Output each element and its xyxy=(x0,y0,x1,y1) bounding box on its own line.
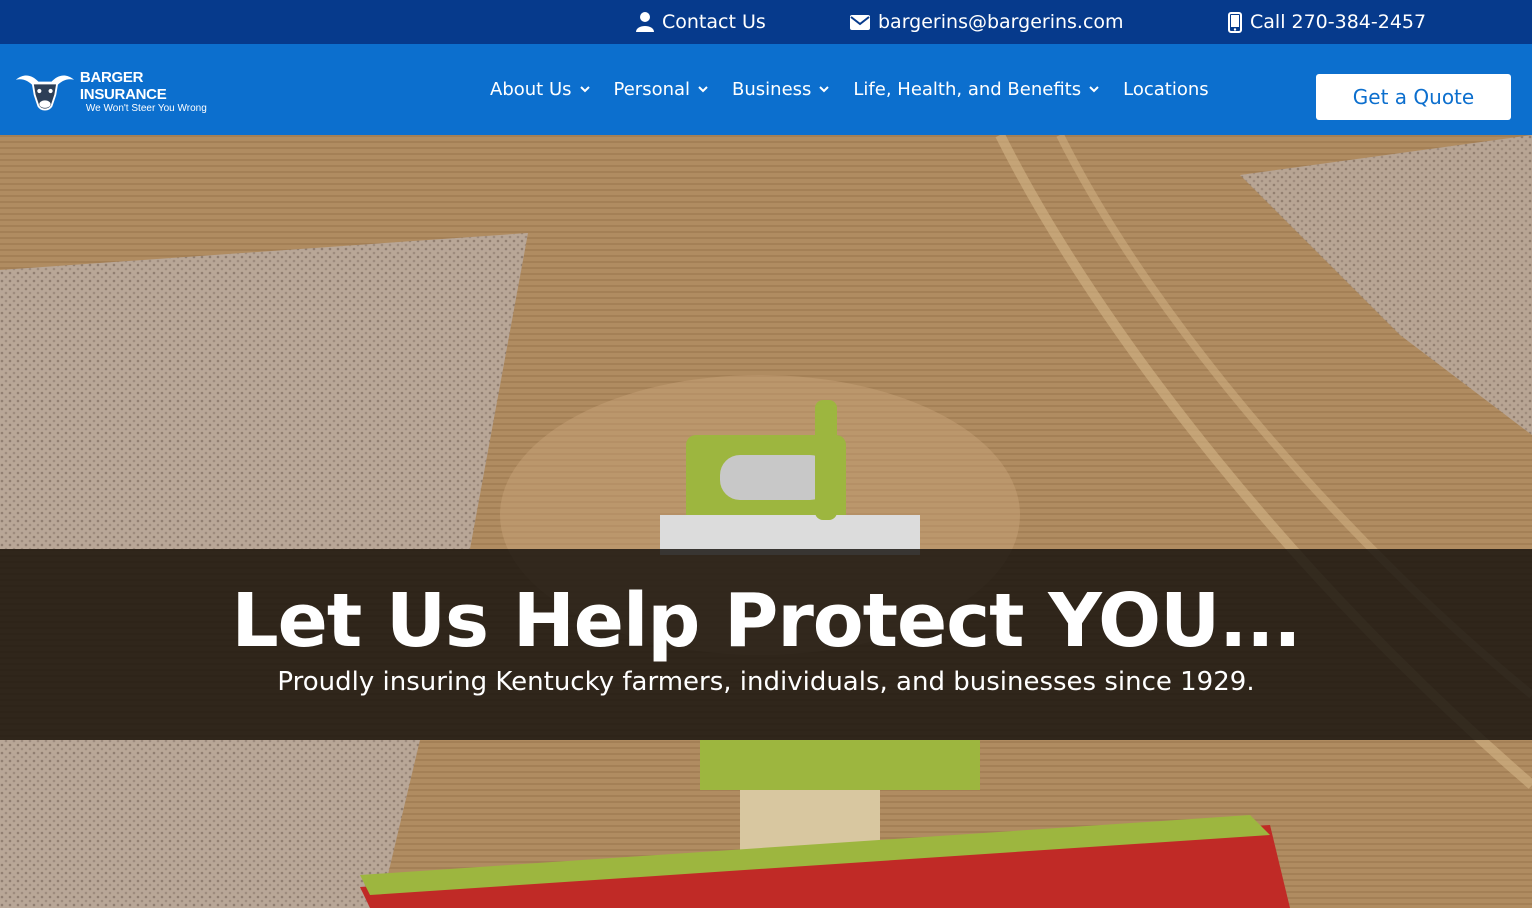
logo-name: BARGER INSURANCE xyxy=(79,68,167,103)
hero-background-image xyxy=(0,135,1532,908)
get-a-quote-button[interactable]: Get a Quote xyxy=(1316,74,1511,120)
user-icon xyxy=(636,12,654,32)
primary-nav: About Us Personal Business Life, Health,… xyxy=(490,44,1233,135)
email-link[interactable]: bargerins@bargerins.com xyxy=(850,0,1124,44)
nav-label: About Us xyxy=(490,79,572,100)
nav-item-life-health-benefits[interactable]: Life, Health, and Benefits xyxy=(853,79,1099,100)
nav-item-locations[interactable]: Locations xyxy=(1123,79,1209,100)
chevron-down-icon xyxy=(819,86,830,93)
hero-section: Let Us Help Protect YOU... Proudly insur… xyxy=(0,135,1532,908)
hero-title: Let Us Help Protect YOU... xyxy=(231,578,1301,664)
chevron-down-icon xyxy=(1089,86,1099,93)
phone-label: Call 270-384-2457 xyxy=(1250,11,1427,33)
nav-item-personal[interactable]: Personal xyxy=(614,79,709,100)
nav-label: Personal xyxy=(613,79,691,100)
nav-item-business[interactable]: Business xyxy=(732,79,830,100)
envelope-icon xyxy=(850,14,870,30)
chevron-down-icon xyxy=(579,86,590,93)
mobile-phone-icon xyxy=(1228,11,1242,33)
main-nav-bar: BARGER INSURANCE We Won't Steer You Wron… xyxy=(0,44,1532,135)
hero-subtitle: Proudly insuring Kentucky farmers, indiv… xyxy=(277,667,1255,697)
nav-item-about-us[interactable]: About Us xyxy=(490,79,590,100)
nav-label: Locations xyxy=(1123,79,1209,100)
chevron-down-icon xyxy=(698,86,708,93)
nav-label: Business xyxy=(732,79,812,100)
email-address: bargerins@bargerins.com xyxy=(878,11,1124,33)
longhorn-bull-icon xyxy=(15,75,75,111)
site-logo[interactable]: BARGER INSURANCE We Won't Steer You Wron… xyxy=(14,68,224,114)
nav-label: Life, Health, and Benefits xyxy=(853,79,1082,100)
contact-us-link[interactable]: Contact Us xyxy=(636,0,766,44)
logo-tagline: We Won't Steer You Wrong xyxy=(85,102,207,114)
phone-link[interactable]: Call 270-384-2457 xyxy=(1228,0,1426,44)
top-utility-bar: Contact Us bargerins@bargerins.com Call … xyxy=(0,0,1532,44)
contact-us-label: Contact Us xyxy=(662,11,766,33)
